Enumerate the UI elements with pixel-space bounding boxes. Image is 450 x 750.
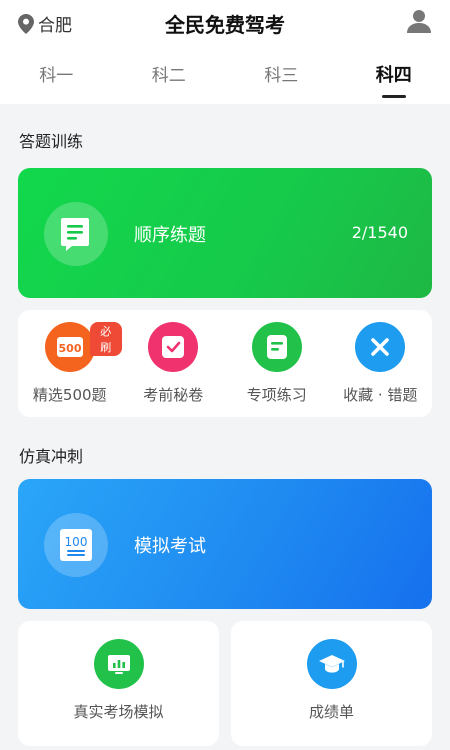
card-icon-ring xyxy=(44,202,108,266)
favorites-mistakes-icon xyxy=(355,322,406,372)
shortcut-selected-500[interactable]: 500 必刷 精选500题 xyxy=(18,310,122,417)
subject-tabs: 科一 科二 科三 科四 xyxy=(0,60,450,100)
real-exam-room-icon xyxy=(93,639,144,689)
transcript-card[interactable]: 成绩单 xyxy=(231,621,432,746)
shortcut-favorites-mistakes[interactable]: 收藏 · 错题 xyxy=(329,310,433,417)
mock-exam-card[interactable]: 100 模拟考试 xyxy=(18,479,432,609)
tab-subject-1[interactable]: 科一 xyxy=(0,60,113,100)
practice-shortcuts: 500 必刷 精选500题 考前秘卷 专项练习 收藏 · 错题 xyxy=(18,310,432,417)
top-bar: 合肥 全民免费驾考 科一 科二 科三 科四 xyxy=(0,0,450,104)
shortcut-label: 精选500题 xyxy=(32,386,107,404)
shortcut-label: 考前秘卷 xyxy=(143,386,204,404)
tab-subject-4[interactable]: 科四 xyxy=(338,60,450,100)
exam-paper-icon xyxy=(148,322,199,372)
shortcut-label: 专项练习 xyxy=(246,386,307,404)
section-title-simulation: 仿真冲刺 xyxy=(19,447,84,466)
shortcut-special-practice[interactable]: 专项练习 xyxy=(225,310,329,417)
score-icon-text: 100 xyxy=(65,535,88,549)
page-title: 全民免费驾考 xyxy=(165,13,285,37)
sequential-practice-card[interactable]: 顺序练题 2/1540 xyxy=(18,168,432,298)
shortcut-label: 收藏 · 错题 xyxy=(343,386,418,404)
transcript-label: 成绩单 xyxy=(308,703,354,721)
tab-subject-3[interactable]: 科三 xyxy=(225,60,338,100)
must-do-badge: 必刷 xyxy=(90,322,122,356)
section-title-practice: 答题训练 xyxy=(19,132,84,151)
sequential-practice-label: 顺序练题 xyxy=(134,225,206,246)
special-practice-icon xyxy=(251,322,302,372)
practice-progress-count: 2/1540 xyxy=(351,223,408,242)
shortcut-exam-paper[interactable]: 考前秘卷 xyxy=(122,310,226,417)
user-profile-icon[interactable] xyxy=(406,8,432,34)
500-icon-text: 500 xyxy=(58,342,81,355)
500-questions-icon: 500 xyxy=(44,322,95,372)
tab-subject-2[interactable]: 科二 xyxy=(113,60,226,100)
book-list-icon xyxy=(61,218,89,251)
score-100-icon: 100 xyxy=(60,529,92,561)
real-exam-room-card[interactable]: 真实考场模拟 xyxy=(18,621,219,746)
mock-exam-label: 模拟考试 xyxy=(134,536,206,557)
card-icon-ring: 100 xyxy=(44,513,108,577)
transcript-graduation-cap-icon xyxy=(306,639,357,689)
real-exam-room-label: 真实考场模拟 xyxy=(73,703,164,721)
